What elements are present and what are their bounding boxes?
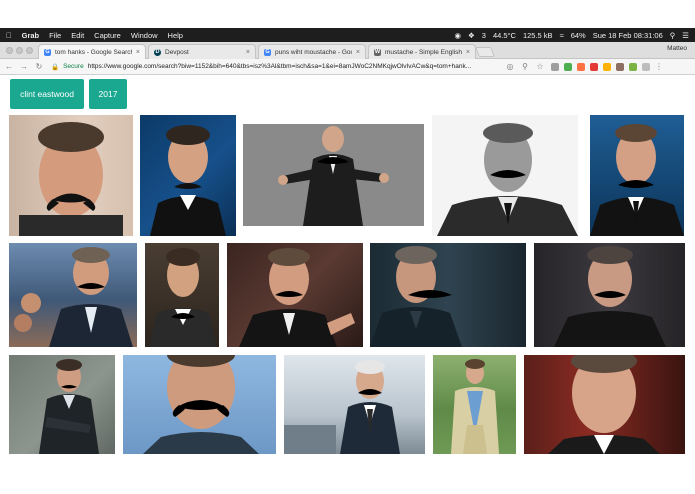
image-result[interactable] xyxy=(9,355,115,454)
minimize-window-icon[interactable] xyxy=(16,47,23,54)
image-result[interactable] xyxy=(123,355,276,454)
network-speed[interactable]: 125.5 kB xyxy=(523,31,553,40)
apple-icon[interactable]:  xyxy=(6,31,12,40)
extension-icon[interactable] xyxy=(603,62,611,71)
browser-toolbar: ← → ↻ 🔒 Secure https://www.google.com/se… xyxy=(0,59,695,75)
clock[interactable]: Sue 18 Feb 08:31:06 xyxy=(593,31,663,40)
image-result[interactable] xyxy=(140,115,236,236)
extension-icon[interactable] xyxy=(564,62,572,71)
tab-label: Devpost xyxy=(165,48,189,56)
image-result[interactable] xyxy=(590,115,684,236)
menu-edit[interactable]: Edit xyxy=(71,31,84,40)
notification-count[interactable]: 3 xyxy=(482,31,486,40)
tab-label: mustache - Simple English Wi xyxy=(385,48,462,56)
menu-app-grab[interactable]: Grab xyxy=(22,31,40,40)
url-text[interactable]: https://www.google.com/search?biw=1152&b… xyxy=(88,63,471,70)
extension-icon[interactable] xyxy=(642,62,650,71)
google-favicon-icon: G xyxy=(264,48,271,56)
close-tab-icon[interactable]: × xyxy=(356,49,360,56)
tab-label: tom hanks - Google Search xyxy=(55,48,132,56)
image-result[interactable] xyxy=(9,243,137,347)
menu-list-icon[interactable]: ☰ xyxy=(682,31,689,40)
close-tab-icon[interactable]: × xyxy=(136,49,140,56)
image-result[interactable] xyxy=(524,355,685,454)
tab-wikipedia[interactable]: W mustache - Simple English Wi × xyxy=(368,44,476,59)
eye-icon[interactable]: ◉ xyxy=(454,31,461,40)
wikipedia-favicon-icon: W xyxy=(374,48,381,56)
close-tab-icon[interactable]: × xyxy=(246,49,250,56)
tab-google-search[interactable]: G tom hanks - Google Search × xyxy=(38,44,146,59)
menu-capture[interactable]: Capture xyxy=(94,31,121,40)
pin-icon[interactable]: ❖ xyxy=(468,31,475,40)
mac-menu-bar:  Grab File Edit Capture Window Help ◉ ❖… xyxy=(0,28,695,42)
image-result[interactable] xyxy=(534,243,685,347)
image-result[interactable] xyxy=(370,243,526,347)
page-bottom-area xyxy=(0,461,695,494)
secure-label: Secure xyxy=(63,63,84,70)
tab-devpost[interactable]: D Devpost × xyxy=(148,44,256,59)
google-favicon-icon: G xyxy=(44,48,51,56)
extension-icon[interactable] xyxy=(577,62,585,71)
zoom-window-icon[interactable] xyxy=(26,47,33,54)
extension-icon[interactable] xyxy=(616,62,624,71)
tab-label: puns wiht moustache - Google xyxy=(275,48,352,56)
new-tab-button[interactable] xyxy=(475,47,495,57)
image-result[interactable] xyxy=(433,355,516,454)
related-search-chip[interactable]: 2017 xyxy=(89,79,127,109)
image-result[interactable] xyxy=(9,115,133,236)
image-result[interactable] xyxy=(432,115,578,236)
devpost-favicon-icon: D xyxy=(154,48,161,56)
zoom-icon[interactable]: ⚲ xyxy=(519,62,531,71)
reload-icon[interactable]: ↻ xyxy=(33,62,45,71)
image-result[interactable] xyxy=(145,243,219,347)
lock-icon: 🔒 xyxy=(51,63,60,71)
extension-icon[interactable] xyxy=(590,62,598,71)
menu-file[interactable]: File xyxy=(49,31,61,40)
close-tab-icon[interactable]: × xyxy=(466,49,470,56)
extension-icon[interactable] xyxy=(629,62,637,71)
menu-window[interactable]: Window xyxy=(131,31,158,40)
wifi-icon[interactable]: ≈ xyxy=(560,31,564,40)
menu-dots-icon[interactable]: ⋮ xyxy=(653,62,665,71)
temperature-readout[interactable]: 44.5°C xyxy=(493,31,516,40)
related-search-chip[interactable]: clint eastwood xyxy=(10,79,84,109)
search-icon[interactable]: ⚲ xyxy=(670,31,676,40)
extension-icon[interactable] xyxy=(551,62,559,71)
battery-level[interactable]: 64% xyxy=(571,31,586,40)
close-window-icon[interactable] xyxy=(6,47,13,54)
tab-strip: G tom hanks - Google Search × D Devpost … xyxy=(0,42,695,59)
target-icon[interactable]: ◎ xyxy=(504,62,516,71)
profile-name[interactable]: Matteo xyxy=(667,45,687,52)
image-result[interactable] xyxy=(227,243,363,347)
tab-puns-search[interactable]: G puns wiht moustache - Google × xyxy=(258,44,366,59)
address-bar[interactable]: 🔒 Secure https://www.google.com/search?b… xyxy=(51,61,501,73)
menu-status-area: ◉ ❖ 3 44.5°C 125.5 kB ≈ 64% Sue 18 Feb 0… xyxy=(454,31,689,40)
forward-icon[interactable]: → xyxy=(18,62,30,71)
menu-help[interactable]: Help xyxy=(168,31,183,40)
back-icon[interactable]: ← xyxy=(3,62,15,71)
bookmark-star-icon[interactable]: ☆ xyxy=(534,62,546,71)
image-result[interactable] xyxy=(243,124,424,226)
image-result[interactable] xyxy=(284,355,425,454)
